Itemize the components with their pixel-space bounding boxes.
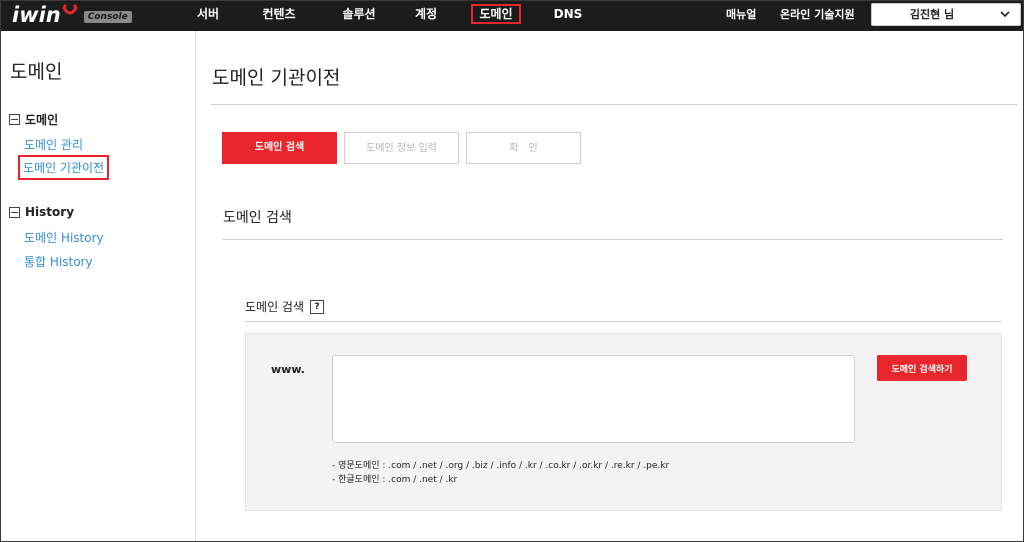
nav-domain[interactable]: 도메인 [468, 0, 524, 31]
domain-search-button[interactable]: 도메인 검색하기 [877, 355, 967, 381]
nav-contents[interactable]: 컨텐츠 [256, 0, 302, 31]
nav-contents-label: 컨텐츠 [262, 7, 296, 21]
sidebar-group-domain-label: 도메인 [25, 113, 59, 127]
help-icon[interactable]: ? [310, 299, 325, 314]
page-title: 도메인 기관이전 [212, 67, 341, 89]
online-support-link[interactable]: 온라인 기술지원 [780, 0, 855, 31]
nav-account[interactable]: 계정 [408, 0, 444, 31]
nav-solution[interactable]: 솔루션 [336, 0, 382, 31]
nav-server[interactable]: 서버 [190, 0, 226, 31]
chevron-down-icon [1000, 4, 1010, 32]
sidebar: 도메인 도메인 도메인 관리 도메인 기관이전 History 도메인 Hist… [0, 31, 196, 542]
sidebar-item-integrated-history[interactable]: 통합 History [24, 253, 93, 270]
sidebar-title: 도메인 [10, 61, 63, 83]
sidebar-group-history-label: History [25, 205, 75, 219]
sidebar-item-domain-transfer[interactable]: 도메인 기관이전 [18, 155, 110, 180]
sidebar-group-domain[interactable]: 도메인 [9, 111, 58, 128]
step-domain-search[interactable]: 도메인 검색 [222, 132, 337, 164]
www-prefix-label: www. [271, 363, 305, 376]
step-domain-info-input[interactable]: 도메인 정보 입력 [344, 132, 459, 164]
nav-solution-label: 솔루션 [342, 7, 376, 21]
divider [211, 104, 1018, 105]
iwin-logo[interactable]: iwin Console [12, 2, 132, 28]
nav-dns-label: DNS [553, 7, 583, 21]
nav-dns[interactable]: DNS [548, 0, 588, 31]
step-confirm[interactable]: 확 인 [466, 132, 581, 164]
manual-link[interactable]: 매뉴얼 [726, 0, 756, 31]
nav-account-label: 계정 [414, 7, 438, 21]
domain-search-input[interactable] [332, 355, 855, 443]
search-subtitle-label: 도메인 검색 [245, 300, 305, 314]
supported-tld-note-english: - 영문도메인 : .com / .net / .org / .biz / .i… [332, 461, 670, 471]
collapse-box-icon [9, 206, 20, 218]
collapse-box-icon [9, 114, 20, 125]
user-name: 김진현 님 [909, 8, 955, 21]
supported-tld-note-korean: - 한글도메인 : .com / .net / .kr [332, 475, 458, 485]
sidebar-group-history[interactable]: History [9, 205, 74, 219]
nav-server-label: 서버 [196, 7, 220, 21]
sidebar-item-domain-history[interactable]: 도메인 History [24, 229, 104, 246]
smile-logo-icon [62, 2, 78, 22]
divider [245, 321, 1002, 322]
search-subtitle: 도메인 검색 ? [245, 298, 325, 315]
divider [222, 239, 1003, 240]
console-badge: Console [83, 11, 132, 23]
nav-domain-label: 도메인 [471, 4, 521, 24]
logo-text: iwin [12, 3, 61, 27]
user-account-dropdown[interactable]: 김진현 님 [871, 3, 1021, 26]
section-title: 도메인 검색 [223, 210, 292, 226]
sidebar-item-domain-management[interactable]: 도메인 관리 [24, 136, 83, 153]
top-navigation-bar: iwin Console 서버 컨텐츠 솔루션 계정 도메인 DNS 매뉴얼 온… [0, 0, 1024, 31]
